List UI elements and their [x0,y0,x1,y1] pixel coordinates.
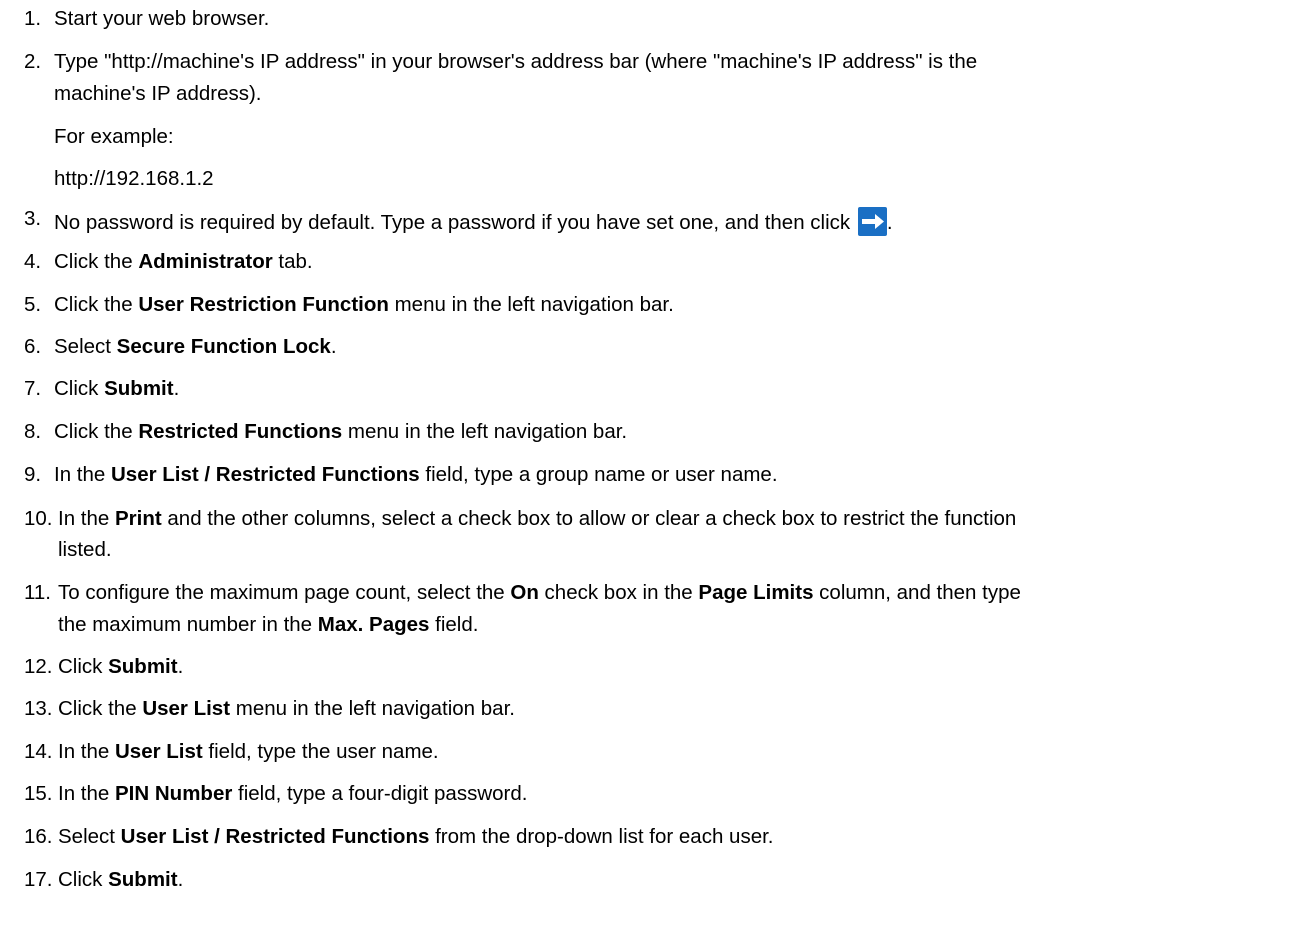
arrow-right-icon [857,207,887,236]
ui-term: User List [115,740,203,763]
step-number: 14. [24,740,53,763]
step-text-segment: field. [429,613,479,636]
ui-term: User List [142,697,231,720]
step-text-segment: Type "http://machine's IP address" in yo… [54,50,978,73]
ui-term: Submit [108,868,178,891]
step-number: 6. [24,335,42,358]
step-text: In the User List field, type the user na… [58,740,439,764]
step-text-segment: field, type a four-digit password. [232,782,528,805]
step-number: 5. [24,293,42,316]
step-text-segment: Click the [54,250,139,273]
step-text-segment: Click [58,868,109,891]
step-number: 12. [24,655,53,678]
step-text-segment: from the drop-down list for each user. [429,825,774,848]
step-text-segment: tab. [272,250,313,273]
step-text-segment: Click the [58,697,143,720]
step-text-segment: and the other columns, select a check bo… [161,507,1017,530]
ui-term: Submit [104,377,174,400]
ui-term: Submit [108,655,178,678]
step-number: 3. [24,207,42,230]
step-text-segment: check box in the [538,581,699,604]
step-text: To configure the maximum page count, sel… [58,581,1021,605]
step-text-segment: column, and then type [813,581,1021,604]
step-text: Click Submit. [58,868,183,892]
step-text-segment: . [173,377,180,400]
step-text: In the User List / Restricted Functions … [54,463,778,487]
ui-term: User List / Restricted Functions [120,825,430,848]
example-url: http://192.168.1.2 [54,167,214,190]
step-text-segment: Select [58,825,121,848]
ui-term: User Restriction Function [138,293,389,316]
step-text: Type "http://machine's IP address" in yo… [54,50,977,74]
step-number: 9. [24,463,42,486]
step-text: Select User List / Restricted Functions … [58,825,773,849]
step-text-segment: In the [54,463,111,486]
ui-term: Restricted Functions [138,420,343,443]
step-text-segment: . [886,211,893,234]
step-text: In the PIN Number field, type a four-dig… [58,782,527,806]
ui-term: PIN Number [115,782,233,805]
step-text-segment: In the [58,507,115,530]
step-continuation: machine's IP address). [54,82,262,105]
step-text-segment: . [177,868,184,891]
step-text-segment: Click the [54,293,139,316]
step-text-segment: To configure the maximum page count, sel… [58,581,511,604]
step-number: 11. [24,581,51,604]
step-number: 2. [24,50,42,73]
step-text: Click the Administrator tab. [54,250,313,274]
step-text-segment: Start your web browser. [54,7,270,30]
step-text-segment: In the [58,782,115,805]
ui-term: Secure Function Lock [116,335,331,358]
step-continuation: the maximum number in the Max. Pages fie… [58,613,478,637]
step-number: 10. [24,507,53,530]
step-text: Select Secure Function Lock. [54,335,337,359]
step-text-segment: menu in the left navigation bar. [230,697,515,720]
ui-term: Page Limits [698,581,814,604]
ui-term: Administrator [138,250,273,273]
step-number: 8. [24,420,42,443]
step-number: 1. [24,7,42,30]
step-text-segment: Click [58,655,109,678]
step-text-segment: Click [54,377,105,400]
step-text-segment: . [177,655,184,678]
step-text: No password is required by default. Type… [54,207,893,236]
ui-term: On [510,581,539,604]
step-text: Start your web browser. [54,7,269,31]
step-number: 17. [24,868,53,891]
step-text-segment: No password is required by default. Type… [54,211,856,234]
step-text: Click Submit. [54,377,179,401]
step-number: 4. [24,250,42,273]
ui-term: Print [115,507,162,530]
step-text-segment: field, type a group name or user name. [419,463,778,486]
step-text: Click the User Restriction Function menu… [54,293,674,317]
step-number: 13. [24,697,53,720]
step-text: Click Submit. [58,655,183,679]
step-text: In the Print and the other columns, sele… [58,507,1016,531]
step-text-segment: Click the [54,420,139,443]
step-continuation: listed. [58,538,112,561]
ui-term: Max. Pages [317,613,430,636]
step-text-segment: . [330,335,337,358]
step-text-segment: the maximum number in the [58,613,318,636]
step-text: Click the User List menu in the left nav… [58,697,515,721]
step-text-segment: Select [54,335,117,358]
step-number: 15. [24,782,53,805]
example-label: For example: [54,125,174,148]
step-text-segment: menu in the left navigation bar. [342,420,628,443]
step-number: 16. [24,825,53,848]
step-text-segment: menu in the left navigation bar. [388,293,674,316]
ui-term: User List / Restricted Functions [111,463,420,486]
step-text: Click the Restricted Functions menu in t… [54,420,627,444]
step-text-segment: field, type the user name. [202,740,439,763]
step-number: 7. [24,377,42,400]
step-text-segment: In the [58,740,115,763]
